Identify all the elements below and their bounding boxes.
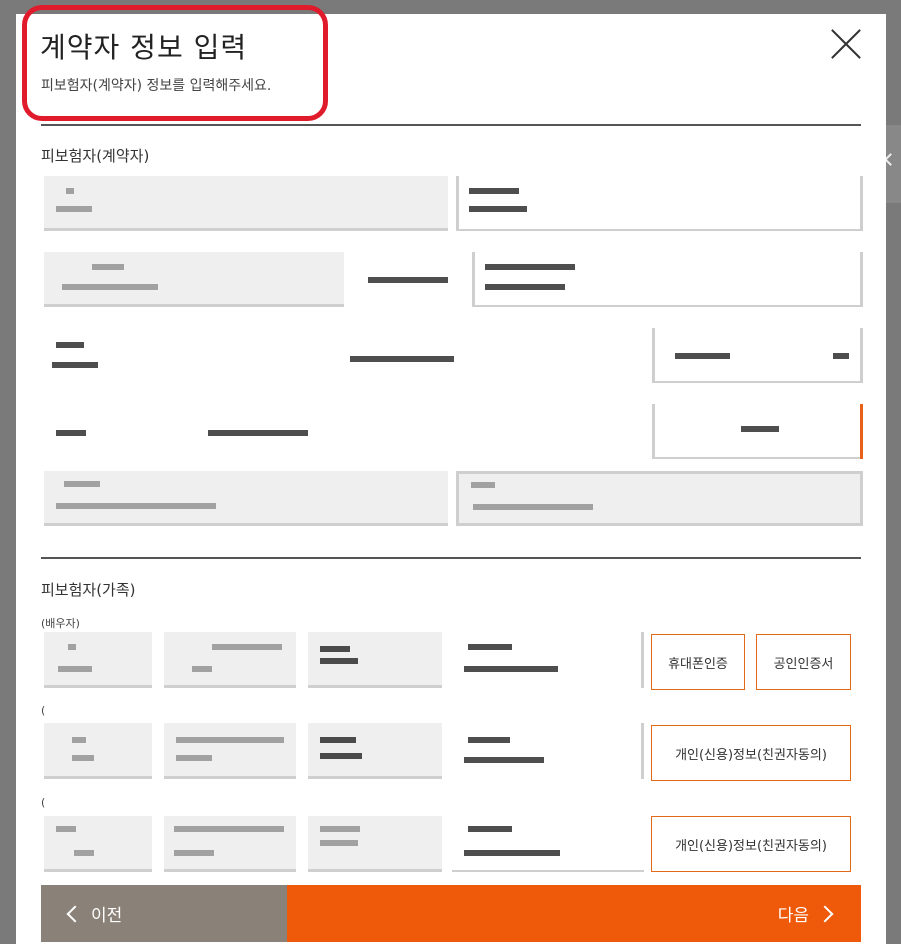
insured-phone-field[interactable]	[472, 252, 863, 307]
next-button-label: 다음	[777, 906, 809, 926]
cert-auth-button[interactable]: 공인인증서	[756, 634, 851, 690]
family2-birth-field[interactable]	[164, 723, 296, 779]
insured-id-field[interactable]	[456, 176, 863, 231]
chevron-left-icon	[66, 905, 84, 922]
family2-phone-field[interactable]	[452, 723, 644, 779]
family2-gender-field[interactable]	[308, 723, 442, 779]
family3-label: (	[41, 796, 46, 809]
modal-title: 계약자 정보 입력	[40, 31, 248, 64]
section-title-family: 피보험자(가족)	[41, 581, 136, 599]
modal-subtitle: 피보험자(계약자) 정보를 입력해주세요.	[41, 78, 272, 94]
insured-address-field[interactable]	[44, 328, 654, 383]
insured-email-domain-field[interactable]	[456, 471, 863, 526]
chevron-left-icon	[884, 153, 897, 166]
prev-button-label: 이전	[91, 906, 123, 926]
family3-name-field[interactable]	[44, 816, 152, 872]
family3-birth-field[interactable]	[164, 816, 296, 872]
insured-email-field[interactable]	[44, 471, 448, 526]
family2-name-field[interactable]	[44, 723, 152, 779]
family3-phone-field[interactable]	[452, 816, 644, 872]
insured-birth-field[interactable]	[44, 252, 344, 307]
contractor-info-modal: 계약자 정보 입력 피보험자(계약자) 정보를 입력해주세요. 피보험자(계약자…	[16, 5, 886, 944]
family1-birth-field[interactable]	[164, 632, 296, 688]
phone-auth-button[interactable]: 휴대폰인증	[651, 634, 745, 690]
section-divider	[41, 557, 861, 559]
close-icon[interactable]	[830, 28, 862, 60]
insured-name-field[interactable]	[44, 176, 448, 231]
family3-gender-field[interactable]	[308, 816, 442, 872]
consent-button-1[interactable]: 개인(신용)정보(친권자동의)	[651, 725, 851, 781]
chevron-right-icon	[816, 905, 834, 922]
bottom-nav-bar: 이전 다음	[41, 885, 861, 942]
consent-button-2[interactable]: 개인(신용)정보(친권자동의)	[651, 816, 851, 872]
family1-phone-field[interactable]	[452, 632, 644, 688]
section-divider	[41, 124, 861, 126]
spouse-label: (배우자)	[41, 617, 80, 630]
insured-job-select[interactable]	[652, 328, 863, 383]
family1-name-field[interactable]	[44, 632, 152, 688]
field-focus-indicator	[860, 404, 863, 459]
prev-button[interactable]: 이전	[41, 885, 287, 942]
section-title-insured: 피보험자(계약자)	[41, 147, 150, 165]
family1-gender-field[interactable]	[308, 632, 442, 688]
insured-extra-field[interactable]	[652, 404, 863, 459]
next-button[interactable]: 다음	[287, 885, 861, 942]
insured-gender-select[interactable]	[352, 252, 472, 307]
insured-address-detail-field[interactable]	[44, 404, 654, 459]
family2-label: (	[41, 704, 46, 717]
